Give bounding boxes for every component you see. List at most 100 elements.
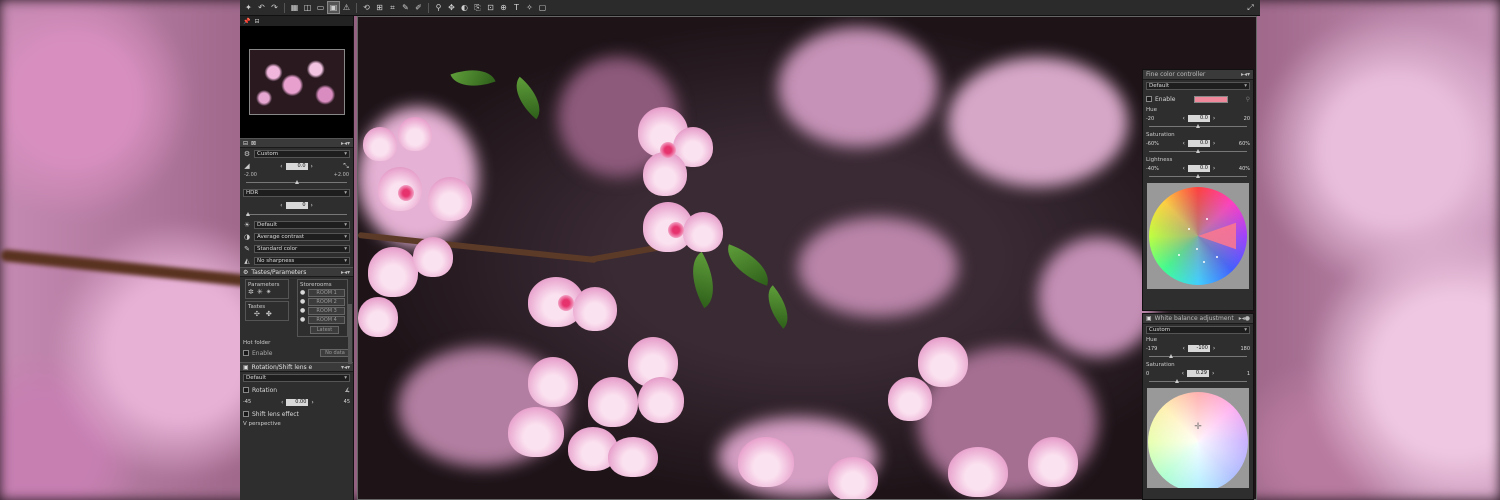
param-paste-icon[interactable]: ✴ — [266, 288, 272, 296]
wb-sat-decrement[interactable]: ‹ — [1182, 370, 1184, 377]
hue-range-wedge[interactable] — [1198, 222, 1236, 250]
crosshair-icon[interactable]: ✛ — [1194, 422, 1202, 432]
hot-folder-enable-checkbox[interactable] — [243, 350, 249, 356]
wheel-point[interactable] — [1215, 255, 1218, 258]
preset-select[interactable]: Custom — [254, 150, 350, 158]
picture-control-select[interactable]: Default — [254, 221, 350, 229]
rotation-checkbox[interactable] — [243, 387, 249, 393]
sharpness-select[interactable]: No sharpness — [254, 257, 350, 265]
fine-color-preset-select[interactable]: Default — [1146, 82, 1250, 90]
contrast-select[interactable]: Average contrast — [254, 233, 350, 241]
dropper-icon[interactable]: ⚲ — [433, 2, 444, 13]
fc-hue-decrement[interactable]: ‹ — [1183, 115, 1185, 122]
exposure-value[interactable]: 0.0 — [285, 162, 308, 170]
rotation-value[interactable]: 0.00 — [286, 398, 309, 406]
brush-icon[interactable]: ✐ — [413, 2, 424, 13]
wb-sat-value[interactable]: 0.29 — [1187, 370, 1209, 377]
fine-color-enable-checkbox[interactable] — [1146, 96, 1152, 102]
wb-hue-increment[interactable]: › — [1213, 345, 1215, 352]
fine-color-wheel[interactable] — [1149, 187, 1247, 285]
fc-hue-value[interactable]: 0.0 — [1187, 115, 1210, 122]
crop-icon[interactable]: ⌗ — [387, 2, 398, 13]
split-view-icon[interactable]: ▣ — [327, 1, 340, 14]
fc-hue-slider[interactable] — [1149, 123, 1247, 128]
warning-icon[interactable]: ⚠ — [341, 2, 352, 13]
room-button[interactable]: ROOM 2 — [308, 297, 345, 306]
room-row[interactable]: ● ROOM 4 — [300, 315, 345, 324]
rotation-increment[interactable]: › — [311, 399, 313, 406]
no-data-button[interactable]: No data — [320, 349, 350, 357]
auto-icon[interactable]: ⤡ — [342, 162, 350, 170]
wb-hue-slider[interactable] — [1149, 353, 1247, 358]
undo-icon[interactable]: ↶ — [256, 2, 267, 13]
paste-icon[interactable]: ⊡ — [485, 2, 496, 13]
panel-controls[interactable]: ▸◂▾ — [1241, 71, 1250, 78]
compare-icon[interactable]: ◫ — [302, 2, 313, 13]
fc-sat-increment[interactable]: › — [1213, 140, 1215, 147]
fc-sat-decrement[interactable]: ‹ — [1183, 140, 1185, 147]
color-swatch[interactable] — [1193, 95, 1228, 103]
levels-icon[interactable]: ◐ — [459, 2, 470, 13]
wheel-point[interactable] — [1188, 228, 1191, 231]
fc-sat-knob[interactable] — [1196, 149, 1200, 153]
panel-controls[interactable]: ▸◂▾ — [341, 140, 350, 147]
exposure-slider[interactable] — [246, 179, 347, 184]
room-button[interactable]: ROOM 1 — [308, 288, 345, 297]
fc-light-knob[interactable] — [1196, 174, 1200, 178]
fullscreen-icon[interactable]: ⤢ — [1245, 2, 1256, 13]
rotate-left-icon[interactable]: ⟲ — [361, 2, 372, 13]
fc-hue-increment[interactable]: › — [1213, 115, 1215, 122]
wb-hue-decrement[interactable]: ‹ — [1183, 345, 1185, 352]
wb-sat-increment[interactable]: › — [1212, 370, 1214, 377]
wb-hue-knob[interactable] — [1168, 354, 1173, 358]
room-row[interactable]: ● ROOM 3 — [300, 306, 345, 315]
color-select[interactable]: Standard color — [254, 245, 350, 253]
single-view-icon[interactable]: ▭ — [315, 2, 326, 13]
wb-sat-knob[interactable] — [1175, 379, 1180, 383]
monitor-icon[interactable]: ▢ — [537, 2, 548, 13]
left-panel-scrollbar[interactable] — [348, 304, 352, 364]
copy-icon[interactable]: ⎘ — [472, 2, 483, 13]
angle-icon[interactable]: ∡ — [345, 387, 350, 394]
param-add-icon[interactable]: ✲ — [248, 288, 254, 296]
select-icon[interactable]: ✥ — [446, 2, 457, 13]
exposure-knob[interactable] — [294, 180, 299, 184]
white-balance-wheel[interactable]: ✛ — [1148, 392, 1248, 488]
fc-light-increment[interactable]: › — [1213, 165, 1215, 172]
wb-hue-value[interactable]: -100 — [1187, 345, 1210, 352]
taste-load-icon[interactable]: ✤ — [266, 310, 272, 318]
redo-icon[interactable]: ↷ — [269, 2, 280, 13]
wb-preset-select[interactable]: Custom — [1146, 326, 1250, 334]
image-viewer[interactable] — [357, 16, 1257, 500]
panel-controls[interactable]: ▸◂● — [1239, 315, 1250, 322]
retouch-icon[interactable]: ✎ — [400, 2, 411, 13]
exposure-increment[interactable]: › — [311, 163, 313, 170]
navigator-thumbnail[interactable] — [248, 49, 345, 115]
wheel-point[interactable] — [1196, 247, 1199, 250]
fc-light-decrement[interactable]: ‹ — [1183, 165, 1185, 172]
fc-sat-value[interactable]: 0.0 — [1187, 140, 1210, 147]
hdr-select[interactable]: HDR — [243, 189, 350, 197]
hdr-knob[interactable] — [246, 212, 251, 216]
room-row[interactable]: ● ROOM 1 — [300, 288, 345, 297]
hdr-decrement[interactable]: ‹ — [280, 202, 282, 209]
rotation-decrement[interactable]: ‹ — [281, 399, 283, 406]
exposure-decrement[interactable]: ‹ — [280, 163, 282, 170]
fc-lightness-slider[interactable] — [1149, 173, 1247, 178]
param-copy-icon[interactable]: ✳ — [257, 288, 263, 296]
room-button[interactable]: ROOM 3 — [308, 306, 345, 315]
tab-icon-2[interactable]: ⊠ — [251, 140, 256, 147]
fc-hue-knob[interactable] — [1196, 124, 1200, 128]
fc-saturation-slider[interactable] — [1149, 148, 1247, 153]
wheel-point[interactable] — [1178, 253, 1181, 256]
wb-saturation-slider[interactable] — [1149, 378, 1247, 383]
panel-controls[interactable]: ▸◂▾ — [341, 269, 350, 276]
rotation-preset-select[interactable]: Default — [243, 374, 350, 382]
panel-controls[interactable]: ▾◂▾ — [341, 364, 350, 371]
color-point-icon[interactable]: ⊕ — [498, 2, 509, 13]
latest-button[interactable]: Latest — [310, 326, 339, 334]
text-icon[interactable]: T — [511, 2, 522, 13]
shift-lens-checkbox[interactable] — [243, 411, 249, 417]
dropper-icon[interactable]: ⚲ — [1246, 96, 1250, 103]
room-row[interactable]: ● ROOM 2 — [300, 297, 345, 306]
